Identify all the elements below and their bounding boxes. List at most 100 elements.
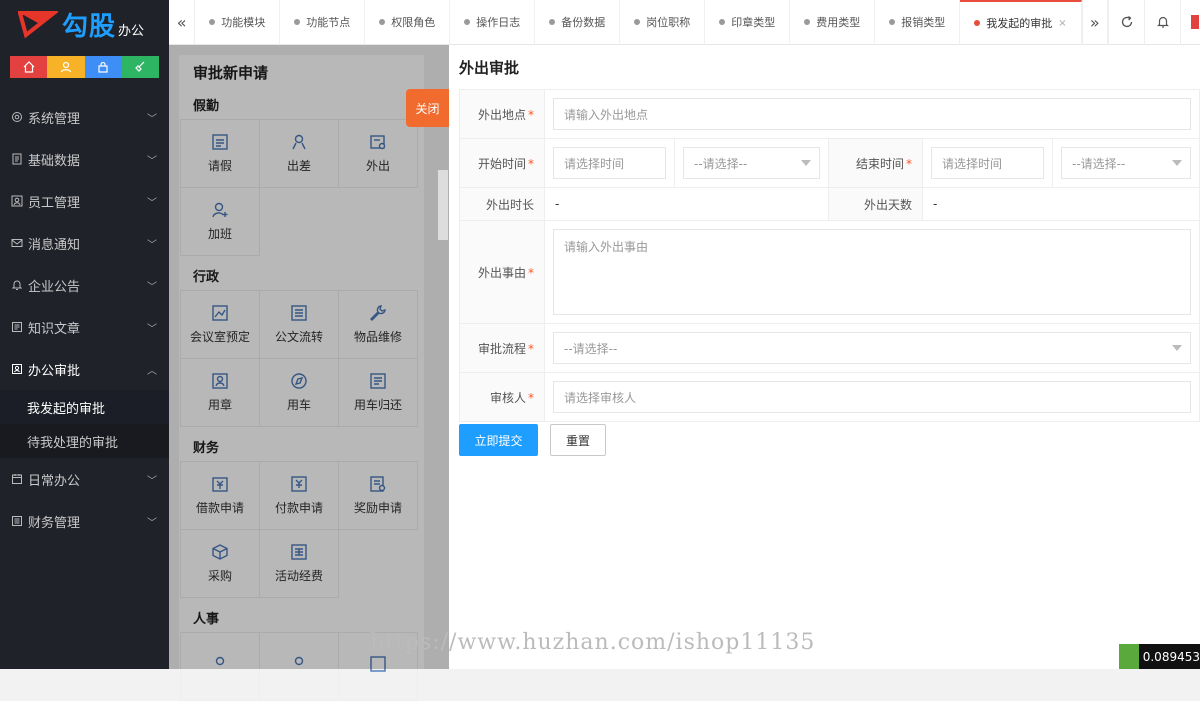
go-out-form-panel: 外出审批 外出地点 * 请输入外出地点 开始时间 * 请选择时间 --请选择-- 结… (449, 45, 1200, 669)
sidebar-item-messages[interactable]: 消息通知 ﹀ (0, 222, 169, 264)
tab-label: 操作日志 (476, 16, 521, 29)
end-period-select[interactable]: --请选择-- (1061, 147, 1191, 179)
chevron-down-icon: ﹀ (147, 281, 157, 293)
speed-widget: 0.089453 (1119, 644, 1200, 669)
tab-function-node[interactable]: 功能节点 (280, 0, 366, 45)
chevron-down-icon (1172, 160, 1182, 166)
sidebar-item-finance[interactable]: 财务管理 ﹀ (0, 500, 169, 542)
quick-buttons (10, 56, 159, 78)
sidebar-subitem-pending-approvals[interactable]: 待我处理的审批 (0, 424, 169, 458)
location-input[interactable]: 请输入外出地点 (553, 98, 1191, 130)
home-icon[interactable] (10, 56, 48, 78)
tab-function-module[interactable]: 功能模块 (195, 0, 281, 45)
tab-expense-type[interactable]: 费用类型 (790, 0, 876, 45)
tab-label: 费用类型 (816, 16, 861, 29)
bell-icon (10, 278, 24, 292)
tab-dot (379, 19, 386, 25)
app-logo[interactable]: 勾股 办公 (0, 0, 169, 48)
chevron-down-icon (801, 160, 811, 166)
tab-dot (464, 19, 471, 25)
bell-icon[interactable] (1144, 0, 1180, 45)
chevron-down-icon: ﹀ (147, 475, 157, 487)
reviewer-input[interactable]: 请选择审核人 (553, 381, 1191, 413)
days-label: 外出天数 (828, 187, 923, 221)
end-time-label: 结束时间 * (828, 138, 923, 188)
go-out-form: 外出地点 * 请输入外出地点 开始时间 * 请选择时间 --请选择-- 结束时间 * … (459, 89, 1200, 422)
submit-button[interactable]: 立即提交 (459, 424, 538, 456)
sidebar-item-label: 员工管理 (28, 195, 81, 211)
tab-position-title[interactable]: 岗位职称 (620, 0, 706, 45)
tab-my-approvals[interactable]: 我发起的审批 × (960, 0, 1082, 45)
flow-label: 审批流程 * (459, 323, 545, 373)
end-time-input[interactable]: 请选择时间 (931, 147, 1044, 179)
chevron-down-icon: ﹀ (147, 113, 157, 125)
tab-label: 报销类型 (901, 16, 946, 29)
tab-scroll-left-icon[interactable]: « (169, 0, 196, 45)
close-icon[interactable]: × (1058, 18, 1066, 29)
speed-icon (1119, 644, 1139, 669)
mail-icon (10, 236, 24, 250)
tab-dot (294, 19, 301, 25)
tab-label: 功能模块 (221, 16, 266, 29)
start-time-input[interactable]: 请选择时间 (553, 147, 666, 179)
start-time-label: 开始时间 * (459, 138, 545, 188)
toolbar-right (1108, 0, 1200, 45)
refresh-icon[interactable] (1108, 0, 1144, 45)
scrollbar[interactable] (438, 170, 448, 240)
sidebar-item-approval[interactable]: 办公审批 ︿ (0, 348, 169, 390)
modal-overlay[interactable] (169, 45, 449, 669)
sidebar-item-articles[interactable]: 知识文章 ﹀ (0, 306, 169, 348)
chevron-down-icon: ﹀ (147, 197, 157, 209)
sidebar-item-label: 办公审批 (28, 363, 81, 379)
sidebar-item-base-data[interactable]: 基础数据 ﹀ (0, 138, 169, 180)
location-label: 外出地点 * (459, 89, 545, 139)
avatar[interactable] (1180, 0, 1200, 45)
duration-value: - (544, 187, 829, 221)
reason-label: 外出事由 * (459, 220, 545, 324)
reset-button[interactable]: 重置 (550, 424, 606, 456)
logo-subtext: 办公 (118, 23, 145, 39)
user-icon[interactable] (47, 56, 85, 78)
tab-label: 备份数据 (561, 16, 606, 29)
logo-text: 勾股 (62, 11, 117, 42)
sidebar-item-announcements[interactable]: 企业公告 ﹀ (0, 264, 169, 306)
tab-dot (804, 19, 811, 25)
sidebar-menu: 系统管理 ﹀ 基础数据 ﹀ 员工管理 ﹀ 消息通知 ﹀ 企业公告 ﹀ 知识文章 … (0, 96, 169, 542)
tab-dot (549, 19, 556, 25)
tab-seal-type[interactable]: 印章类型 (705, 0, 791, 45)
days-value: - (922, 187, 1200, 221)
calendar-icon (10, 472, 24, 486)
chevron-down-icon (1172, 345, 1182, 351)
form-title: 外出审批 (459, 58, 520, 77)
start-period-select[interactable]: --请选择-- (683, 147, 820, 179)
approve-icon (10, 362, 24, 376)
sidebar-item-staff[interactable]: 员工管理 ﹀ (0, 180, 169, 222)
flow-select[interactable]: --请选择-- (553, 332, 1191, 364)
lock-icon[interactable] (84, 56, 122, 78)
tab-backup-data[interactable]: 备份数据 (535, 0, 621, 45)
speed-value: 0.089453 (1142, 649, 1200, 664)
close-button[interactable]: 关闭 (406, 89, 449, 127)
sidebar: 勾股 办公 系统管理 ﹀ 基础数据 ﹀ 员工管理 ﹀ 消息通知 ﹀ 企业公告 ﹀… (0, 0, 169, 669)
approval-submenu: 我发起的审批 待我处理的审批 (0, 390, 169, 458)
chevron-up-icon: ︿ (147, 365, 157, 377)
broom-icon[interactable] (121, 56, 159, 78)
tab-permission-role[interactable]: 权限角色 (365, 0, 451, 45)
sidebar-item-label: 日常办公 (28, 473, 81, 489)
logo-icon (18, 11, 58, 39)
reviewer-label: 审核人 * (459, 372, 545, 422)
tab-scroll-right-icon[interactable]: » (1081, 0, 1108, 45)
reason-textarea[interactable]: 请输入外出事由 (553, 229, 1191, 315)
tab-label: 我发起的审批 (986, 17, 1053, 30)
sidebar-item-system[interactable]: 系统管理 ﹀ (0, 96, 169, 138)
sidebar-subitem-my-approvals[interactable]: 我发起的审批 (0, 390, 169, 424)
tab-label: 岗位职称 (646, 16, 691, 29)
chevron-down-icon: ﹀ (147, 323, 157, 335)
sidebar-item-label: 知识文章 (28, 321, 81, 337)
tab-bar: « 功能模块 功能节点 权限角色 操作日志 备份数据 岗位职称 印章类型 费用类… (169, 0, 1200, 45)
sidebar-item-label: 财务管理 (28, 515, 81, 531)
id-icon (10, 194, 24, 208)
sidebar-item-daily-office[interactable]: 日常办公 ﹀ (0, 458, 169, 500)
tab-operation-log[interactable]: 操作日志 (450, 0, 536, 45)
tab-reimburse-type[interactable]: 报销类型 (875, 0, 961, 45)
